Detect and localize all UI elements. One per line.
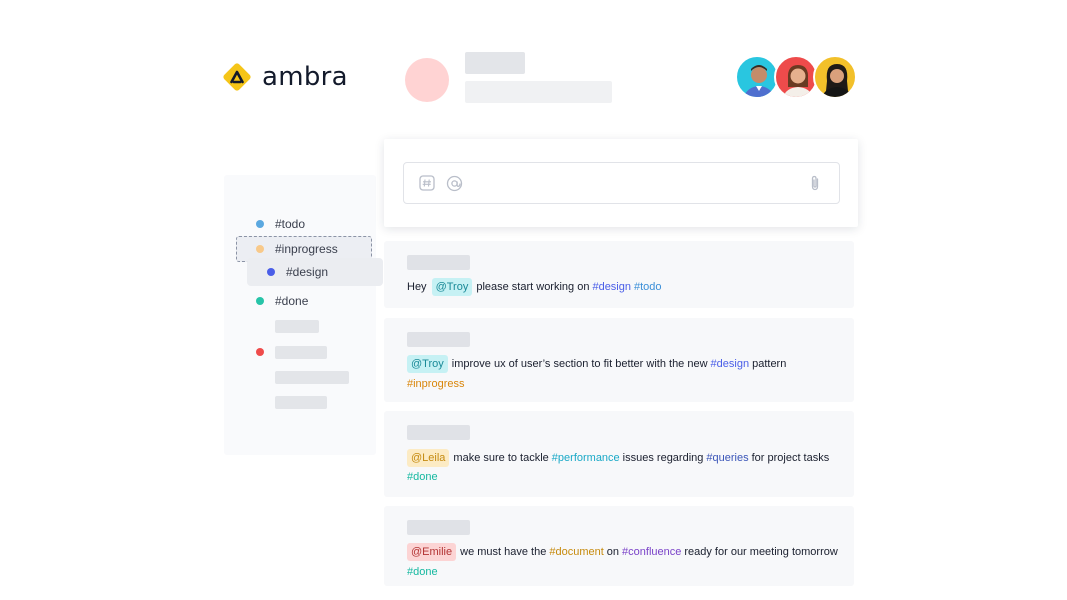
message-text: @Leila make sure to tackle #performance …	[407, 449, 829, 467]
message-word: on	[606, 546, 620, 558]
mention-leila[interactable]: @Leila	[407, 449, 450, 467]
message-word: please start working on	[476, 281, 590, 293]
hashtag-done[interactable]: #done	[407, 566, 438, 578]
channel-avatar-placeholder	[405, 58, 449, 102]
mention-troy[interactable]: @Troy	[431, 278, 473, 296]
message-text: @Emilie we must have the #document on #c…	[407, 543, 838, 561]
message-word: issues regarding	[622, 452, 704, 464]
sidebar-tag-done[interactable]: #done	[256, 291, 308, 311]
author-placeholder	[407, 255, 470, 270]
hashtag-performance[interactable]: #performance	[552, 452, 620, 464]
message-text-line2: #done	[407, 468, 438, 486]
avatar-emilie[interactable]	[774, 55, 818, 99]
person-icon	[743, 65, 775, 97]
hashtag-design[interactable]: #design	[592, 281, 631, 293]
message-card[interactable]: @Troy improve ux of user’s section to fi…	[384, 318, 854, 402]
message-text: @Troy improve ux of user’s section to fi…	[407, 355, 786, 373]
tag-label: #done	[275, 294, 309, 308]
hashtag-inprogress[interactable]: #inprogress	[407, 378, 464, 390]
sidebar-tag-todo[interactable]: #todo	[256, 214, 305, 234]
message-word: improve ux of user’s section to fit bett…	[451, 358, 708, 370]
message-input[interactable]	[403, 162, 840, 204]
at-icon[interactable]	[444, 173, 464, 193]
paperclip-icon[interactable]	[805, 173, 825, 193]
hashtag-queries[interactable]: #queries	[706, 452, 748, 464]
hashtag-document[interactable]: #document	[549, 546, 603, 558]
message-card[interactable]: Hey @Troy please start working on #desig…	[384, 241, 854, 308]
tag-label: #todo	[275, 217, 306, 231]
mention-emilie[interactable]: @Emilie	[407, 543, 457, 561]
tag-color-dot	[256, 245, 264, 253]
hashtag-done[interactable]: #done	[407, 471, 438, 483]
sidebar-tag-inprogress[interactable]: #inprogress	[256, 239, 338, 259]
sidebar-item-placeholder	[275, 396, 327, 409]
team-avatars	[735, 55, 857, 99]
sidebar-item-placeholder	[275, 320, 319, 333]
message-text-line2: #inprogress	[407, 375, 464, 393]
channel-subtitle-placeholder	[465, 81, 612, 103]
sidebar-item-placeholder	[275, 346, 327, 359]
author-placeholder	[407, 520, 470, 535]
message-word: Hey	[407, 281, 427, 293]
hashtag-confluence[interactable]: #confluence	[622, 546, 681, 558]
sidebar-tag-design[interactable]: #design	[267, 262, 328, 282]
hashtag-design[interactable]: #design	[711, 358, 750, 370]
tag-color-dot	[256, 297, 264, 305]
tag-color-dot	[256, 348, 264, 356]
message-text: Hey @Troy please start working on #desig…	[407, 278, 662, 296]
person-icon	[783, 65, 813, 97]
message-word: pattern	[752, 358, 787, 370]
mention-troy[interactable]: @Troy	[407, 355, 448, 373]
hashtag-todo[interactable]: #todo	[634, 281, 662, 293]
message-word: make sure to tackle	[453, 452, 549, 464]
tag-color-dot	[267, 268, 275, 276]
message-word: we must have the	[460, 546, 547, 558]
message-composer	[384, 139, 858, 227]
message-card[interactable]: @Emilie we must have the #document on #c…	[384, 506, 854, 586]
tag-color-dot	[256, 220, 264, 228]
message-text-line2: #done	[407, 563, 438, 581]
brand-name: ambra	[262, 62, 348, 92]
author-placeholder	[407, 332, 470, 347]
tag-label: #inprogress	[275, 242, 338, 256]
avatar-troy[interactable]	[735, 55, 779, 99]
message-card[interactable]: @Leila make sure to tackle #performance …	[384, 411, 854, 497]
channel-title-placeholder	[465, 52, 525, 74]
avatar-leila[interactable]	[813, 55, 857, 99]
ambra-logo-icon	[223, 63, 251, 91]
message-word: ready for our meeting tomorrow	[684, 546, 838, 558]
sidebar-item-placeholder	[275, 371, 349, 384]
tag-label: #design	[286, 265, 329, 279]
person-icon	[822, 64, 852, 97]
message-word: for project tasks	[751, 452, 830, 464]
author-placeholder	[407, 425, 470, 440]
brand-logo[interactable]: ambra	[222, 60, 348, 94]
hash-icon[interactable]	[417, 173, 437, 193]
